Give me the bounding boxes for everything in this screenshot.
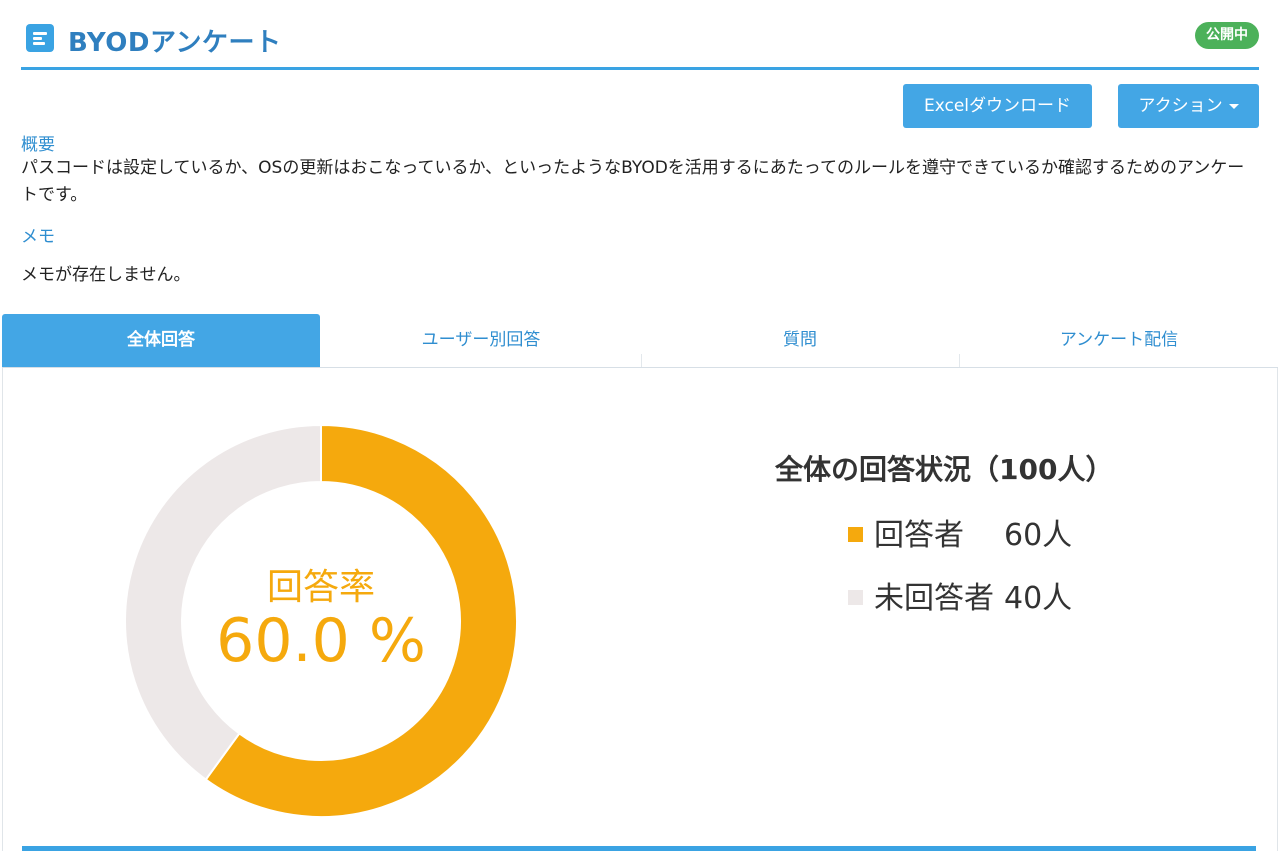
memo-text: メモが存在しません。 — [21, 265, 191, 285]
action-button-label: アクション — [1138, 96, 1223, 116]
legend-unanswered-label: 未回答者 — [874, 581, 994, 616]
tab-survey-distribution[interactable]: アンケート配信 — [960, 314, 1278, 367]
unanswered-swatch — [848, 590, 863, 605]
survey-icon — [26, 24, 54, 52]
answered-swatch — [848, 527, 863, 542]
overview-label: 概要 — [21, 135, 55, 155]
page-header: BYODアンケート 公開中 — [21, 0, 1259, 70]
action-dropdown-button[interactable]: アクション — [1118, 84, 1259, 128]
tab-bar: 全体回答 ユーザー別回答 質問 アンケート配信 — [2, 314, 1278, 368]
response-rate-value: 60.0 % — [216, 606, 426, 676]
caret-down-icon — [1228, 103, 1239, 109]
legend-unanswered-count: 40人 — [1004, 581, 1073, 616]
legend-answered-count: 60人 — [1004, 518, 1073, 553]
memo-label: メモ — [21, 227, 55, 247]
overview-text: パスコードは設定しているか、OSの更新はおこなっているか、といったようなBYOD… — [21, 158, 1245, 205]
tab-user-answers[interactable]: ユーザー別回答 — [322, 314, 640, 367]
panel-bottom-bar — [22, 846, 1256, 851]
legend-answered-label: 回答者 — [874, 518, 964, 553]
tab-overall-answers[interactable]: 全体回答 — [2, 314, 320, 367]
status-badge: 公開中 — [1195, 22, 1259, 49]
excel-download-button[interactable]: Excelダウンロード — [903, 84, 1092, 128]
page-title: BYODアンケート — [68, 28, 282, 58]
summary-title: 全体の回答状況（100人） — [775, 453, 1114, 486]
response-rate-label: 回答率 — [266, 567, 375, 608]
tab-questions[interactable]: 質問 — [641, 314, 959, 367]
